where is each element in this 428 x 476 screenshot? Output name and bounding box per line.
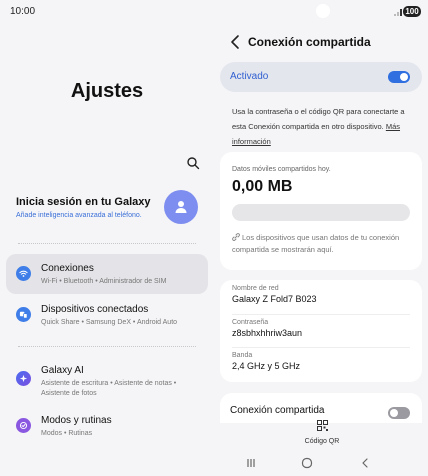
data-value: 0,00 MB [232, 178, 293, 195]
field-label: Banda [232, 352, 253, 359]
data-caption: Datos móviles compartidos hoy. [232, 166, 331, 173]
wifi-icon [16, 266, 31, 281]
divider [232, 347, 410, 348]
switch-knob [400, 73, 408, 81]
divider [18, 346, 196, 347]
share-switch[interactable] [388, 407, 410, 419]
switch-knob [390, 409, 398, 417]
menu-sub: Modos • Rutinas [41, 430, 93, 437]
field-label: Contraseña [232, 319, 269, 326]
data-note-text: Los dispositivos que usan datos de tu co… [232, 233, 400, 254]
qr-code-button[interactable]: Código QR [300, 418, 344, 445]
devices-icon [16, 307, 31, 322]
link-icon [232, 233, 240, 241]
search-icon[interactable] [186, 156, 200, 170]
qr-label: Código QR [304, 438, 340, 445]
field-label: Nombre de red [232, 285, 279, 292]
toggle-label: Activado [230, 71, 269, 82]
network-card: Nombre de red Galaxy Z Fold7 B023 Contra… [220, 280, 422, 382]
account-title: Inicia sesión en tu Galaxy [16, 196, 151, 208]
page-title: Conexión compartida [248, 35, 371, 49]
menu-item-conexiones[interactable]: Conexiones Wi-Fi • Bluetooth • Administr… [6, 254, 208, 294]
divider [232, 314, 410, 315]
avatar[interactable] [164, 190, 198, 224]
field-value: 2,4 GHz y 5 GHz [232, 361, 301, 371]
hotspot-pane: Conexión compartida Activado Usa la cont… [214, 0, 428, 476]
network-name-field[interactable]: Nombre de red Galaxy Z Fold7 B023 [232, 285, 410, 304]
person-icon [175, 201, 187, 213]
check-circle-icon [16, 418, 31, 433]
band-field[interactable]: Banda 2,4 GHz y 5 GHz [232, 352, 410, 371]
menu-sub: Wi-Fi • Bluetooth • Administrador de SIM [41, 278, 167, 285]
data-progress-bar [232, 204, 410, 221]
recents-icon[interactable] [244, 456, 258, 470]
back-arrow-icon[interactable] [228, 34, 242, 50]
account-subtitle: Añade inteligencia avanzada al teléfono. [16, 212, 142, 219]
menu-item-modos[interactable]: Modos y rutinas Modos • Rutinas [6, 406, 208, 446]
settings-pane: Ajustes Inicia sesión en tu Galaxy Añade… [0, 0, 214, 476]
menu-label: Conexiones [41, 263, 94, 274]
menu-label: Dispositivos conectados [41, 304, 149, 315]
home-icon[interactable] [300, 456, 314, 470]
sparkle-icon [16, 371, 31, 386]
menu-item-galaxy-ai[interactable]: Galaxy AI Asistente de escritura • Asist… [6, 355, 208, 401]
info-text: Usa la contraseña o el código QR para co… [232, 104, 416, 149]
divider [18, 243, 196, 244]
navigation-bar [214, 450, 428, 476]
data-note: Los dispositivos que usan datos de tu co… [232, 232, 408, 256]
password-field[interactable]: Contraseña z8sbhxhhriw3aun [232, 319, 410, 338]
menu-sub: Asistente de escritura • Asistente de no… [41, 380, 177, 397]
menu-sub: Quick Share • Samsung DeX • Android Auto [41, 319, 178, 326]
qr-code-icon [316, 420, 328, 431]
hotspot-master-toggle[interactable]: Activado [220, 62, 422, 92]
hotspot-switch[interactable] [388, 71, 410, 83]
data-usage-card: Datos móviles compartidos hoy. 0,00 MB L… [220, 152, 422, 270]
info-body: Usa la contraseña o el código QR para co… [232, 107, 405, 131]
field-value: Galaxy Z Fold7 B023 [232, 294, 317, 304]
menu-label: Modos y rutinas [41, 415, 112, 426]
menu-label: Galaxy AI [41, 365, 84, 376]
share-label: Conexión compartida [230, 405, 325, 416]
back-icon[interactable] [358, 456, 372, 470]
page-title: Ajustes [70, 80, 144, 102]
menu-item-dispositivos[interactable]: Dispositivos conectados Quick Share • Sa… [6, 295, 208, 335]
field-value: z8sbhxhhriw3aun [232, 328, 303, 338]
account-signin[interactable]: Inicia sesión en tu Galaxy Añade intelig… [8, 186, 208, 230]
